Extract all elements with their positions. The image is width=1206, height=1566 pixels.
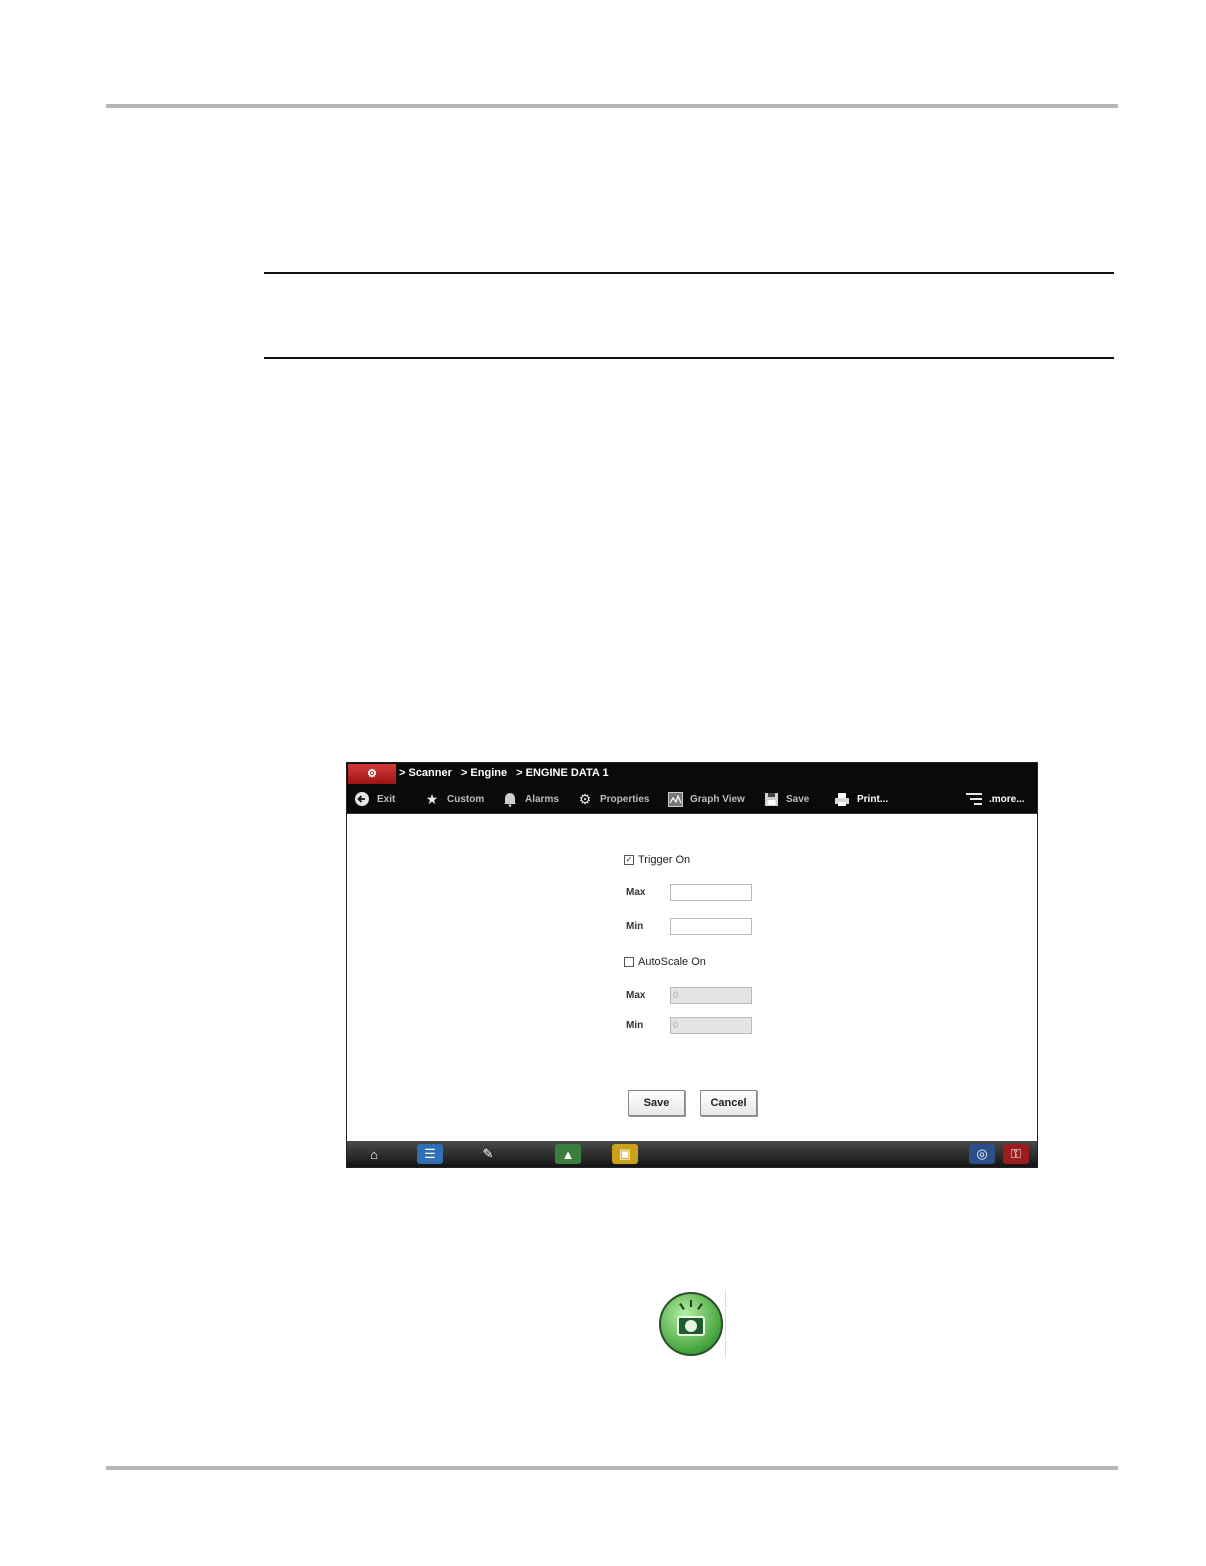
breadcrumb-scanner[interactable]: > Scanner [399,767,452,779]
note-top-rule [264,272,1114,274]
trigger-max-label: Max [626,887,646,898]
trigger-min-input[interactable] [670,918,752,935]
floppy-icon [762,790,780,808]
autoscale-min-input: 0 [670,1017,752,1034]
toolbar: Exit ★ Custom Alarms ⚙ Properties Graph … [347,785,1037,814]
graph-view-button[interactable]: Graph View [666,785,745,813]
page-header-rule [106,104,1118,108]
alarms-label: Alarms [525,793,559,805]
more-button[interactable]: .more... [965,785,1025,813]
list-menu-icon [965,790,983,808]
breadcrumb-engine[interactable]: > Engine [461,767,507,779]
printer-icon [833,790,851,808]
graph-view-label: Graph View [690,793,745,805]
alarms-button[interactable]: Alarms [501,785,559,813]
save-toolbar-button[interactable]: Save [762,785,809,813]
title-bar: ⚙ > Scanner > Engine > ENGINE DATA 1 [347,763,1037,785]
trigger-max-input[interactable] [670,884,752,901]
autoscale-max-input: 0 [670,987,752,1004]
properties-button[interactable]: ⚙ Properties [576,785,650,813]
device-screenshot: ⚙ > Scanner > Engine > ENGINE DATA 1 Exi… [346,762,1038,1168]
wifi-icon[interactable]: ◎ [969,1144,995,1164]
properties-panel: ✓ Trigger On Max Min AutoScale On Max 0 … [347,814,1037,1140]
graph-icon [666,790,684,808]
scope-meter-icon[interactable]: ▲ [555,1144,581,1164]
guided-component-test-icon[interactable]: ✎ [475,1144,501,1164]
bell-icon [501,790,519,808]
note-bottom-rule [264,357,1114,359]
breadcrumb: > Scanner > Engine > ENGINE DATA 1 [399,763,615,785]
camera-ray [679,1303,685,1310]
checkbox-checked-icon: ✓ [624,855,634,865]
snapon-logo[interactable]: ⚙ [348,764,396,784]
save-button[interactable]: Save [628,1090,685,1116]
icon-divider [725,1290,726,1358]
print-label: Print... [857,793,889,805]
more-label: .more... [989,793,1025,805]
breadcrumb-engine-data: > ENGINE DATA 1 [516,767,609,779]
checkbox-unchecked-icon [624,957,634,967]
vehicle-connection-icon[interactable]: ⚿ [1003,1144,1029,1164]
camera-capture-icon [659,1292,723,1356]
page-footer-rule [106,1466,1118,1470]
autoscale-max-label: Max [626,990,646,1001]
data-manager-icon[interactable]: ▣ [612,1144,638,1164]
trigger-on-label: Trigger On [638,854,691,866]
autoscale-min-label: Min [626,1020,644,1031]
trigger-min-label: Min [626,921,644,932]
back-arrow-icon [353,790,371,808]
home-icon[interactable]: ⌂ [361,1144,387,1164]
save-toolbar-label: Save [786,793,810,805]
custom-button[interactable]: ★ Custom [423,785,485,813]
camera-lens [685,1320,697,1332]
gears-icon: ⚙ [578,790,592,807]
autoscale-on-checkbox[interactable]: AutoScale On [624,956,706,968]
camera-ray [690,1300,692,1307]
print-button[interactable]: Print... [833,785,888,813]
exit-button[interactable]: Exit [353,785,395,813]
trigger-on-checkbox[interactable]: ✓ Trigger On [624,854,690,866]
scanner-icon[interactable]: ☰ [417,1144,443,1164]
autoscale-on-label: AutoScale On [638,956,706,968]
exit-label: Exit [377,793,396,805]
custom-label: Custom [447,793,485,805]
taskbar: ⌂ ☰ ✎ ▲ ▣ ◎ ⚿ [347,1141,1037,1167]
cancel-button[interactable]: Cancel [700,1090,757,1116]
star-icon: ★ [425,790,439,807]
camera-ray [697,1303,703,1310]
properties-label: Properties [600,793,650,805]
